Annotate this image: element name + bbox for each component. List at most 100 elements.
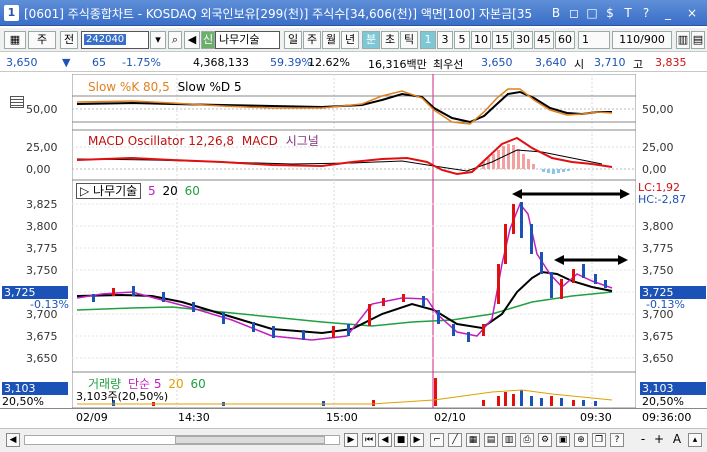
restore-layout-icon[interactable]: ◻: [566, 5, 582, 21]
volume-pct-left: 20,50%: [2, 395, 44, 408]
volume-pct-right: 20,50%: [642, 395, 684, 408]
price-tick-left-1: 3,800: [26, 220, 58, 233]
price-tick-left-7: 3,650: [26, 352, 58, 365]
price-legend: ▷ 나무기술 5 20 60: [76, 182, 200, 199]
current-pct-right: -0.13%: [646, 298, 685, 311]
stoch-axis-left: 50,00: [26, 103, 58, 116]
macd-axis-top-right: 25,00: [642, 141, 674, 154]
close-button[interactable]: ×: [684, 5, 700, 21]
scrollbar-thumb[interactable]: [175, 436, 325, 444]
volume-ratio: 59.39%: [270, 56, 312, 69]
search-icon[interactable]: ⌕: [168, 31, 182, 49]
next-icon[interactable]: ▶: [410, 433, 424, 447]
interval-minute[interactable]: 분: [362, 31, 380, 49]
high-price: 3,835: [655, 56, 687, 69]
interval-year[interactable]: 년: [341, 31, 359, 49]
prev-icon[interactable]: ◀: [378, 433, 392, 447]
split-icon[interactable]: ▥: [676, 31, 690, 49]
new-window-icon[interactable]: □: [584, 5, 600, 21]
macd-axis-zero-right: 0,00: [642, 163, 667, 176]
option-icon[interactable]: ▤: [691, 31, 705, 49]
price-tick-right-3: 3,750: [642, 264, 674, 277]
volume-ma60: 60: [190, 377, 206, 391]
scroll-right-icon[interactable]: ▶: [344, 433, 358, 447]
market-select[interactable]: 주: [28, 31, 56, 49]
zoom-in-button[interactable]: +: [652, 433, 666, 447]
price-change: 65: [92, 56, 106, 69]
ma20-label: 20: [162, 184, 178, 198]
minute-1[interactable]: 1: [420, 31, 436, 49]
down-arrow-icon: ▼: [62, 56, 71, 69]
price-change-pct: -1.75%: [122, 56, 161, 69]
candle-icon[interactable]: ▥: [502, 433, 516, 447]
grid-icon[interactable]: ▦: [466, 433, 480, 447]
macd-axis-zero-left: 0,00: [26, 163, 51, 176]
period-select[interactable]: 전: [60, 31, 78, 49]
minute-10[interactable]: 10: [471, 31, 491, 49]
stop-icon[interactable]: ■: [394, 433, 408, 447]
zoom-out-button[interactable]: -: [636, 433, 650, 447]
collapse-icon[interactable]: ▴: [688, 433, 702, 447]
b-button[interactable]: B: [548, 5, 564, 21]
font-button[interactable]: A: [670, 433, 684, 447]
print-icon[interactable]: ⎙: [520, 433, 534, 447]
help-nav-icon[interactable]: ?: [610, 433, 624, 447]
minimize-button[interactable]: _: [660, 5, 676, 21]
price-tick-right-2: 3,775: [642, 242, 674, 255]
chart-type-icon[interactable]: ▤: [484, 433, 498, 447]
stock-name-field[interactable]: 나무기술: [215, 31, 280, 49]
price-tick-left-3: 3,750: [26, 264, 58, 277]
macd-signal-label: 시그널: [285, 134, 319, 148]
settings-icon[interactable]: ⚙: [538, 433, 552, 447]
first-icon[interactable]: ⏮: [362, 433, 376, 447]
sound-icon[interactable]: ◀: [184, 31, 200, 49]
minute-30[interactable]: 30: [513, 31, 533, 49]
interval-tick[interactable]: 틱: [400, 31, 418, 49]
date-label-3: 02/10: [434, 411, 466, 424]
chart-scrollbar[interactable]: [24, 435, 340, 445]
turnover: 12.62%: [308, 56, 350, 69]
window-number-badge: 1: [4, 5, 19, 21]
current-pct-left: -0.13%: [30, 298, 69, 311]
price-tick-left-2: 3,775: [26, 242, 58, 255]
stock-code-input[interactable]: 242040: [81, 31, 149, 49]
volume-desc: 3,103주(20,50%): [76, 390, 169, 403]
date-label-0: 02/09: [76, 411, 108, 424]
text-icon[interactable]: T: [620, 5, 636, 21]
chart-canvas[interactable]: [72, 74, 636, 408]
minute-select[interactable]: 1: [578, 31, 610, 49]
stoch-d-label: Slow %D 5: [177, 80, 242, 94]
minute-60[interactable]: 60: [555, 31, 575, 49]
help-icon[interactable]: ?: [638, 5, 654, 21]
window-title: [0601] 주식종합차트 - KOSDAQ 외국인보유[299(천)] 주식수…: [24, 7, 533, 21]
quote-bar: 3,650 ▼ 65 -1.75% 4,368,133 59.39% 12.62…: [0, 54, 707, 72]
cursor-icon[interactable]: ⌐: [430, 433, 444, 447]
interval-month[interactable]: 월: [322, 31, 340, 49]
window-icon[interactable]: ❐: [592, 433, 606, 447]
ask-price: 3,650: [481, 56, 513, 69]
count-field[interactable]: 110/900: [612, 31, 672, 49]
stock-code-value: 242040: [84, 34, 127, 45]
minute-15[interactable]: 15: [492, 31, 512, 49]
dollar-icon[interactable]: $: [602, 5, 618, 21]
minute-45[interactable]: 45: [534, 31, 554, 49]
interval-day[interactable]: 일: [284, 31, 302, 49]
stoch-legend: Slow %K 80,5 Slow %D 5: [88, 80, 242, 94]
save-icon[interactable]: ▣: [556, 433, 570, 447]
indicator-table-icon[interactable]: [10, 96, 24, 108]
layout-icon[interactable]: ▦: [4, 31, 26, 49]
zoom-icon[interactable]: ⊕: [574, 433, 588, 447]
trendline-icon[interactable]: ╱: [448, 433, 462, 447]
minute-5[interactable]: 5: [454, 31, 470, 49]
price-tick-left-0: 3,825: [26, 198, 58, 211]
code-dropdown-icon[interactable]: ▾: [150, 31, 166, 49]
stoch-axis-right: 50,00: [642, 103, 674, 116]
interval-week[interactable]: 주: [303, 31, 321, 49]
current-time: 09:36:00: [642, 411, 692, 424]
interval-second[interactable]: 초: [381, 31, 399, 49]
symbol-box: ▷ 나무기술: [76, 183, 142, 199]
macd-legend: MACD Oscillator 12,26,8 MACD 시그널: [88, 132, 319, 149]
scroll-left-icon[interactable]: ◀: [6, 433, 20, 447]
current-price: 3,650: [6, 56, 38, 69]
minute-3[interactable]: 3: [437, 31, 453, 49]
